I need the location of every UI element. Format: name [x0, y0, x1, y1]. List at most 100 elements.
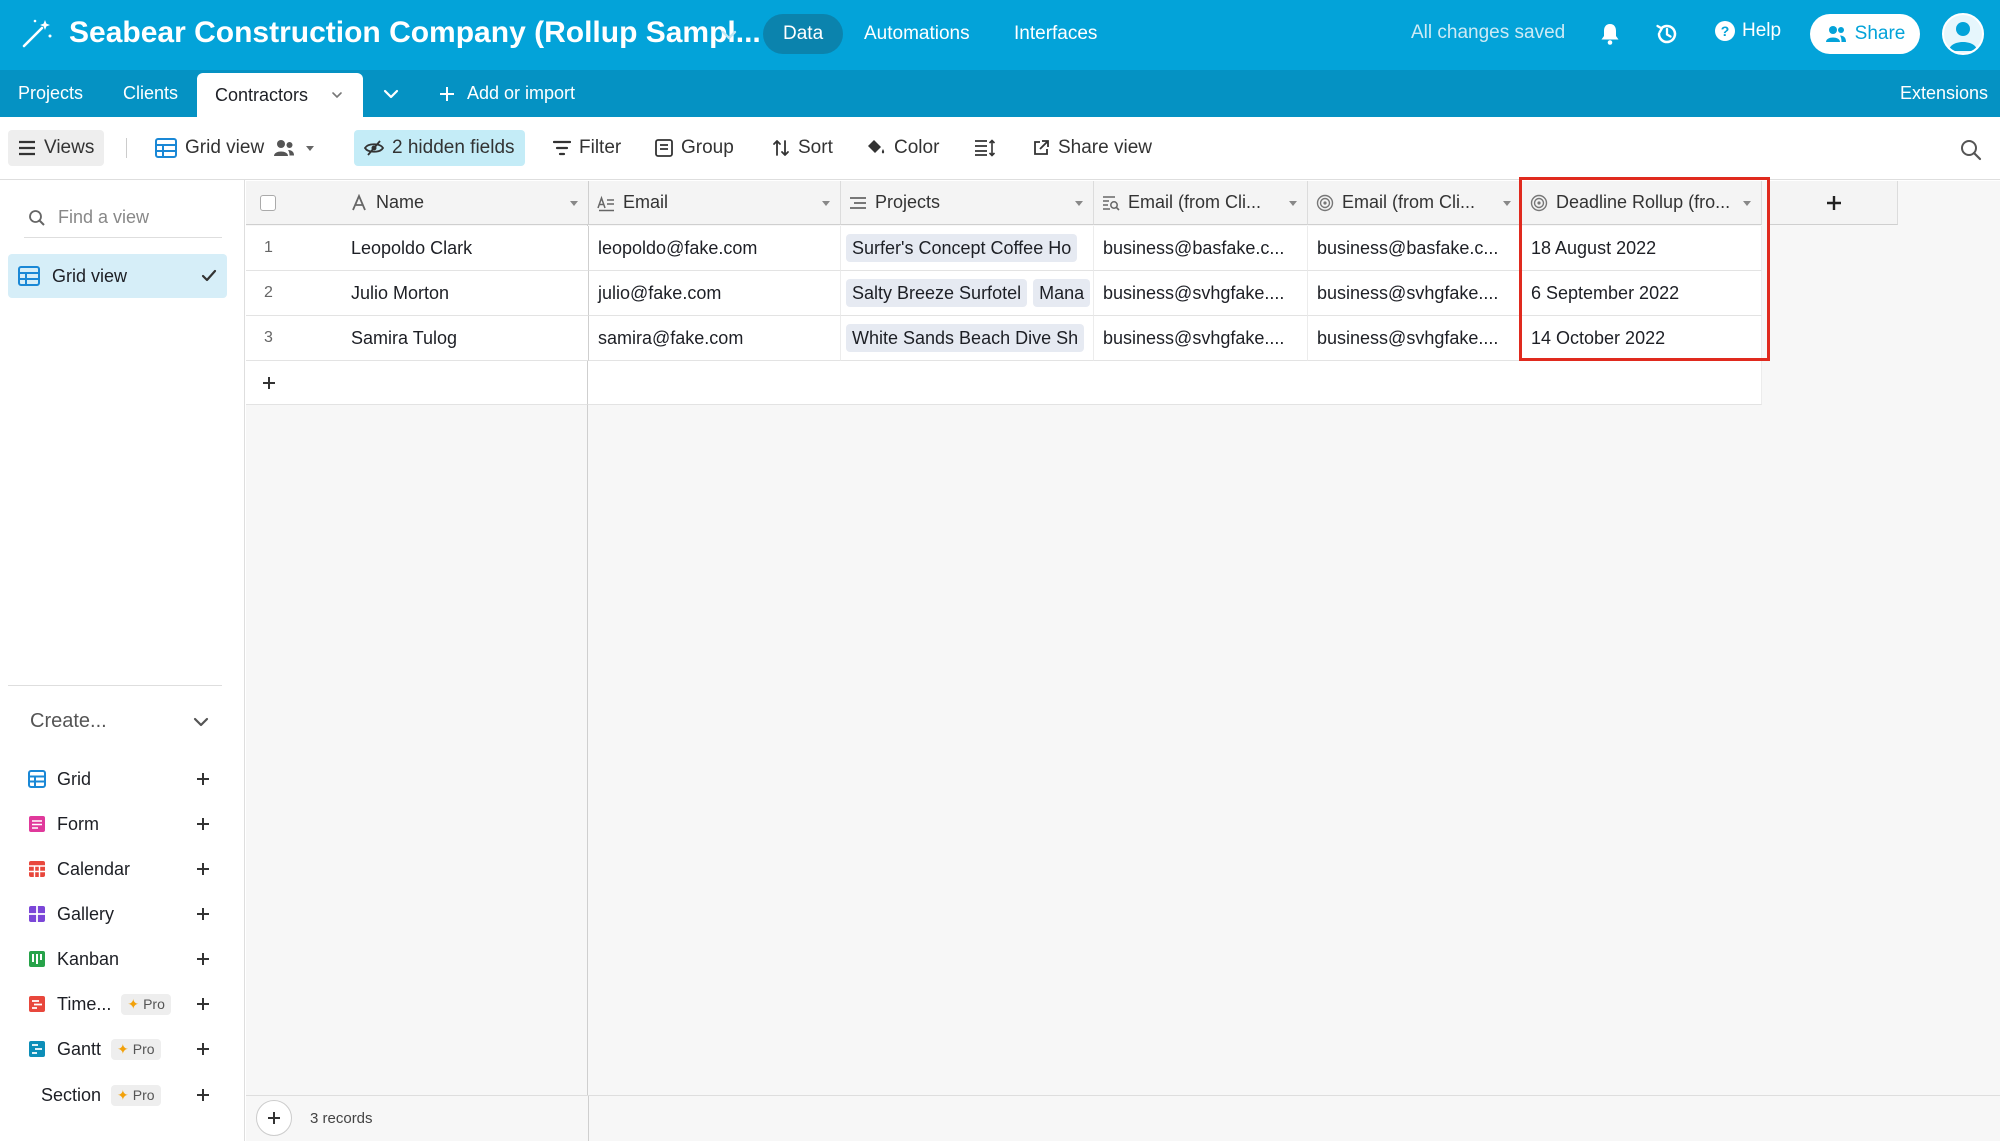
avatar[interactable] — [1942, 13, 1984, 55]
search-icon[interactable] — [1960, 139, 1982, 161]
current-view-label: Grid view — [185, 137, 265, 158]
row-height-button[interactable] — [964, 130, 1006, 166]
magic-wand-icon[interactable] — [18, 16, 54, 52]
table-row[interactable]: 3 Samira Tulog samira@fake.com White San… — [246, 316, 1762, 361]
name-cell[interactable]: Leopoldo Clark — [342, 226, 589, 271]
view-switcher[interactable]: Grid view — [145, 130, 326, 166]
column-header-label: Email (from Cli... — [1128, 192, 1262, 212]
plus-icon — [268, 1112, 280, 1124]
group-button[interactable]: Group — [645, 130, 744, 166]
email-lookup-cell[interactable]: business@svhgfake.... — [1094, 316, 1308, 361]
divider — [588, 1096, 589, 1141]
chevron-down-icon[interactable] — [718, 24, 740, 46]
nav-data[interactable]: Data — [763, 14, 844, 54]
linked-record-pill[interactable]: White Sands Beach Dive Sh — [846, 324, 1085, 352]
views-toggle-button[interactable]: Views — [8, 130, 105, 166]
email-lookup-cell[interactable]: business@basfake.c... — [1094, 226, 1308, 271]
email-rollup-cell[interactable]: business@svhgfake.... — [1308, 271, 1522, 316]
base-title[interactable]: Seabear Construction Company (Rollup Sam… — [69, 16, 761, 50]
email-lookup-cell[interactable]: business@svhgfake.... — [1094, 271, 1308, 316]
tab-projects[interactable]: Projects — [0, 70, 101, 117]
grid-icon — [28, 770, 46, 788]
email-cell[interactable]: leopoldo@fake.com — [589, 226, 841, 271]
chevron-down-icon[interactable] — [1287, 197, 1299, 209]
chevron-down-icon[interactable] — [1073, 197, 1085, 209]
email-cell[interactable]: samira@fake.com — [589, 316, 841, 361]
column-header-label: Deadline Rollup (fro... — [1556, 192, 1731, 212]
name-cell[interactable]: Samira Tulog — [342, 316, 589, 361]
nav-interfaces[interactable]: Interfaces — [994, 14, 1117, 54]
linked-record-pill[interactable]: Mana — [1033, 279, 1091, 307]
add-or-import-button[interactable]: Add or import — [421, 70, 593, 117]
history-icon[interactable] — [1653, 20, 1681, 48]
email-cell[interactable]: julio@fake.com — [589, 271, 841, 316]
plus-icon[interactable] — [194, 995, 212, 1013]
create-kanban-item[interactable]: Kanban — [28, 944, 209, 974]
long-text-icon — [597, 195, 614, 211]
linked-record-pill[interactable]: Surfer's Concept Coffee Ho — [846, 234, 1078, 262]
bell-icon[interactable] — [1596, 20, 1624, 48]
column-header-email-rollup[interactable]: Email (from Cli... — [1308, 181, 1522, 225]
chevron-down-icon[interactable] — [382, 86, 400, 102]
add-row-right[interactable] — [588, 361, 1762, 405]
table-row[interactable]: 2 Julio Morton julio@fake.com Salty Bree… — [246, 271, 1762, 316]
plus-icon[interactable] — [194, 770, 212, 788]
chevron-down-icon[interactable] — [1501, 197, 1513, 209]
create-gallery-item[interactable]: Gallery — [28, 899, 209, 929]
chevron-down-icon[interactable] — [820, 197, 832, 209]
color-button[interactable]: Color — [856, 130, 949, 166]
plus-icon[interactable] — [194, 860, 212, 878]
deadline-rollup-cell[interactable]: 14 October 2022 — [1522, 316, 1762, 361]
column-header-email-lookup[interactable]: Email (from Cli... — [1094, 181, 1308, 225]
email-rollup-cell[interactable]: business@svhgfake.... — [1308, 316, 1522, 361]
extensions-button[interactable]: Extensions — [1900, 70, 1988, 117]
create-gantt-item[interactable]: Gantt ✦ Pro — [28, 1034, 209, 1064]
plus-icon[interactable] — [194, 1040, 212, 1058]
hidden-fields-label: 2 hidden fields — [392, 137, 515, 158]
share-button[interactable]: Share — [1810, 14, 1920, 54]
column-header-name[interactable]: Name — [342, 181, 589, 225]
plus-icon[interactable] — [194, 905, 212, 923]
sort-button[interactable]: Sort — [762, 130, 843, 166]
create-calendar-item[interactable]: Calendar — [28, 854, 209, 884]
help-button[interactable]: ? Help — [1714, 20, 1781, 42]
column-header-projects[interactable]: Projects — [841, 181, 1094, 225]
nav-automations[interactable]: Automations — [844, 14, 990, 54]
column-header-label: Projects — [875, 192, 941, 212]
chevron-down-icon[interactable] — [1741, 197, 1753, 209]
tab-clients[interactable]: Clients — [105, 70, 196, 117]
projects-cell[interactable]: White Sands Beach Dive Sh — [841, 316, 1094, 361]
add-record-button[interactable] — [256, 1100, 292, 1136]
table-row[interactable]: 1 Leopoldo Clark leopoldo@fake.com Surfe… — [246, 226, 1762, 271]
sidebar-item-grid-view[interactable]: Grid view — [8, 254, 227, 298]
email-rollup-cell[interactable]: business@basfake.c... — [1308, 226, 1522, 271]
name-cell[interactable]: Julio Morton — [342, 271, 589, 316]
select-all-checkbox[interactable] — [260, 195, 276, 211]
create-grid-item[interactable]: Grid — [28, 764, 209, 794]
column-header-deadline-rollup[interactable]: Deadline Rollup (fro... — [1522, 181, 1762, 225]
column-header-email[interactable]: Email — [589, 181, 841, 225]
sort-label: Sort — [798, 137, 833, 158]
hidden-fields-button[interactable]: 2 hidden fields — [354, 130, 525, 166]
filter-button[interactable]: Filter — [543, 130, 631, 166]
projects-cell[interactable]: Surfer's Concept Coffee Ho — [841, 226, 1094, 271]
linked-record-pill[interactable]: Salty Breeze Surfotel — [846, 279, 1028, 307]
find-view-input[interactable]: Find a view — [24, 198, 222, 238]
deadline-rollup-cell[interactable]: 18 August 2022 — [1522, 226, 1762, 271]
tab-contractors[interactable]: Contractors — [197, 73, 363, 117]
share-view-button[interactable]: Share view — [1022, 130, 1162, 166]
add-row-button[interactable] — [246, 361, 1762, 405]
add-row-left[interactable] — [246, 361, 588, 405]
add-field-button[interactable] — [1770, 181, 1898, 225]
create-section-item[interactable]: Section ✦ Pro — [41, 1080, 209, 1110]
chevron-down-icon[interactable] — [331, 90, 343, 100]
create-form-item[interactable]: Form — [28, 809, 209, 839]
projects-cell[interactable]: Salty Breeze Surfotel Mana — [841, 271, 1094, 316]
plus-icon[interactable] — [194, 815, 212, 833]
create-timeline-item[interactable]: Time... ✦ Pro — [28, 989, 209, 1019]
chevron-down-icon[interactable] — [568, 197, 580, 209]
deadline-rollup-cell[interactable]: 6 September 2022 — [1522, 271, 1762, 316]
create-section-toggle[interactable]: Create... — [30, 710, 210, 733]
plus-icon[interactable] — [194, 1086, 212, 1104]
plus-icon[interactable] — [194, 950, 212, 968]
